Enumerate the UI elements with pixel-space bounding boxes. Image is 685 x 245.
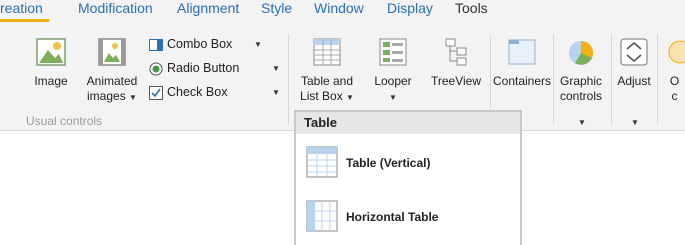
- table-icon: [313, 38, 341, 66]
- tab-tools[interactable]: Tools: [455, 0, 488, 22]
- tab-modification[interactable]: Modification: [78, 0, 153, 22]
- unknown-icon: [668, 40, 685, 64]
- menu-item-label: Horizontal Table: [346, 210, 439, 224]
- group-separator: [553, 34, 554, 124]
- table-dropdown-menu: Table Table (Vertical) Horizontal Table: [294, 110, 522, 245]
- graphic-label-line2: controls: [559, 89, 603, 103]
- group-separator: [611, 34, 612, 124]
- looper-icon: [379, 38, 407, 66]
- treeview-label: TreeView: [430, 74, 482, 88]
- tab-window[interactable]: Window: [314, 0, 364, 22]
- graphic-label-line1: Graphic: [559, 74, 603, 88]
- radio-button-icon: [149, 62, 163, 76]
- adjust-icon: [620, 38, 648, 66]
- tab-display[interactable]: Display: [387, 0, 433, 22]
- adjust-label: Adjust: [617, 74, 651, 88]
- graphic-controls-dropdown-icon[interactable]: ▼: [578, 118, 586, 127]
- radio-button-button[interactable]: Radio Button: [149, 58, 239, 78]
- group-separator: [288, 34, 289, 124]
- containers-button[interactable]: Containers: [492, 36, 552, 89]
- menu-header: Table: [296, 112, 520, 134]
- tab-creation[interactable]: reation: [0, 0, 49, 22]
- group-separator: [657, 34, 658, 124]
- menu-item-horizontal-table[interactable]: Horizontal Table: [296, 200, 520, 234]
- looper-button[interactable]: Looper ▼: [370, 36, 416, 105]
- group-label-usual-controls: Usual controls: [26, 114, 103, 128]
- pie-chart-icon: [569, 40, 594, 65]
- image-button[interactable]: Image: [28, 36, 74, 89]
- chevron-down-icon: ▼: [389, 93, 397, 102]
- radio-button-dropdown-icon[interactable]: ▼: [272, 64, 280, 73]
- combo-box-icon: [149, 38, 163, 51]
- tab-alignment[interactable]: Alignment: [177, 0, 239, 22]
- check-box-dropdown-icon[interactable]: ▼: [272, 88, 280, 97]
- treeview-icon: [445, 38, 467, 66]
- menu-item-table-vertical[interactable]: Table (Vertical): [296, 146, 520, 180]
- menu-item-label: Table (Vertical): [346, 156, 431, 170]
- chevron-down-icon: ▼: [129, 93, 137, 102]
- table-vertical-icon: [306, 146, 338, 178]
- ribbon-tab-strip: reation Modification Alignment Style Win…: [0, 0, 685, 22]
- animated-image-icon: [98, 38, 126, 66]
- looper-label: Looper: [374, 74, 412, 88]
- combo-box-label: Combo Box: [167, 37, 233, 51]
- animated-label-line1: Animated: [86, 74, 138, 88]
- cut-off-button[interactable]: O c: [664, 36, 685, 104]
- chevron-down-icon: ▼: [346, 93, 354, 102]
- check-box-button[interactable]: Check Box: [149, 82, 227, 102]
- check-box-label: Check Box: [167, 85, 228, 99]
- radio-button-label: Radio Button: [167, 61, 240, 75]
- cut-label-line1: O: [669, 74, 680, 88]
- adjust-button[interactable]: Adjust: [614, 36, 654, 89]
- image-icon: [36, 38, 66, 66]
- containers-label: Containers: [492, 74, 552, 88]
- cut-label-line2: c: [671, 89, 678, 103]
- container-icon: [508, 39, 536, 65]
- animated-label-line2: images: [87, 89, 126, 103]
- adjust-dropdown-icon[interactable]: ▼: [631, 118, 639, 127]
- graphic-controls-button[interactable]: Graphic controls: [556, 36, 606, 104]
- table-label-line2: List Box: [300, 89, 343, 103]
- tab-style[interactable]: Style: [261, 0, 292, 22]
- animated-images-button[interactable]: Animated images ▼: [82, 36, 142, 105]
- check-box-icon: [149, 85, 163, 100]
- combo-box-dropdown-icon[interactable]: ▼: [254, 40, 262, 49]
- table-horizontal-icon: [306, 200, 338, 232]
- table-label-line1: Table and: [300, 74, 354, 88]
- combo-box-button[interactable]: Combo Box: [149, 34, 232, 54]
- treeview-button[interactable]: TreeView: [430, 36, 482, 89]
- table-list-box-button[interactable]: Table and List Box ▼: [298, 36, 356, 105]
- image-label: Image: [34, 74, 68, 88]
